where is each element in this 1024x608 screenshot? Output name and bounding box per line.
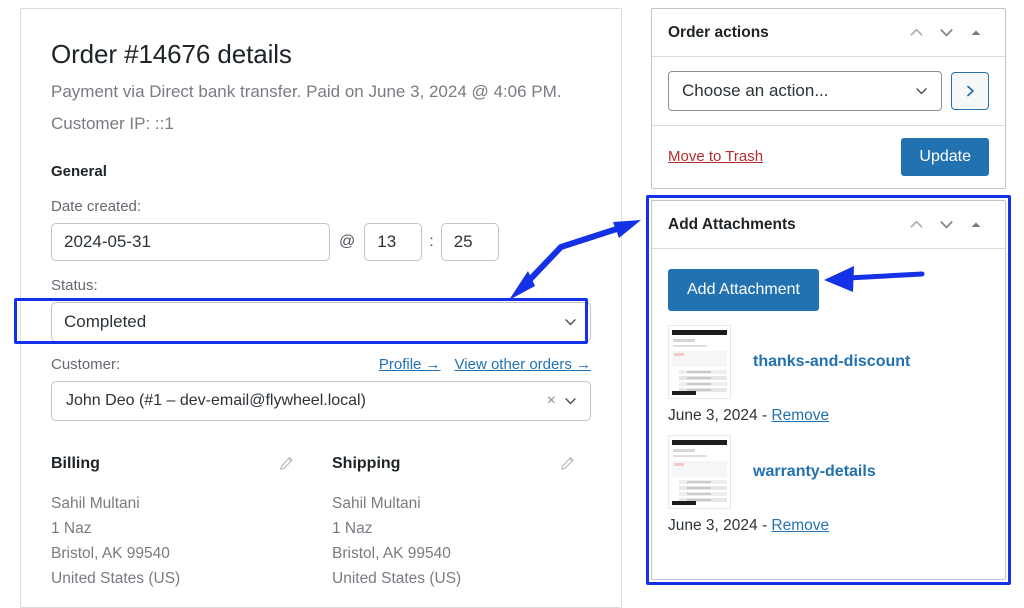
time-separator: :	[429, 232, 434, 250]
attachment-row: warranty-details	[668, 434, 989, 509]
move-to-trash-link[interactable]: Move to Trash	[668, 148, 763, 165]
attachment-date: June 3, 2024 -	[668, 406, 772, 424]
remove-attachment-link[interactable]: Remove	[771, 407, 829, 424]
billing-column: Billing Sahil Multani 1 Naz Bristol, AK …	[51, 455, 310, 591]
chevron-down-icon	[564, 394, 577, 407]
attachment-meta: June 3, 2024 - Remove	[668, 407, 989, 425]
shipping-line: 1 Naz	[332, 519, 373, 537]
billing-address: Sahil Multani 1 Naz Bristol, AK 99540 Un…	[51, 491, 310, 591]
date-created-row: @ :	[51, 222, 591, 261]
order-actions-body: Choose an action...	[652, 57, 1005, 125]
add-attachment-button[interactable]: Add Attachment	[668, 269, 819, 311]
move-up-icon[interactable]	[901, 210, 931, 240]
status-label: Status:	[51, 276, 98, 294]
edit-pencil-icon[interactable]	[560, 456, 575, 471]
shipping-line: United States (US)	[332, 569, 462, 587]
at-symbol: @	[339, 232, 356, 250]
shipping-title: Shipping	[332, 454, 401, 472]
billing-header: Billing	[51, 455, 310, 473]
move-down-icon[interactable]	[931, 210, 961, 240]
order-details-card: Order #14676 details Payment via Direct …	[20, 8, 622, 608]
toggle-panel-icon[interactable]	[961, 18, 991, 48]
order-actions-header: Order actions	[652, 9, 1005, 57]
attachment-meta: June 3, 2024 - Remove	[668, 517, 989, 535]
shipping-line: Bristol, AK 99540	[332, 544, 451, 562]
shipping-address: Sahil Multani 1 Naz Bristol, AK 99540 Un…	[332, 491, 591, 591]
remove-attachment-link[interactable]: Remove	[771, 517, 829, 534]
status-group: Status: Completed	[51, 277, 591, 342]
date-created-input[interactable]	[51, 222, 330, 261]
order-actions-panel: Order actions Choose an action... Move t…	[651, 8, 1006, 189]
attachment-name-link[interactable]: warranty-details	[753, 463, 876, 481]
billing-line: Sahil Multani	[51, 494, 140, 512]
edit-pencil-icon[interactable]	[279, 456, 294, 471]
date-created-group: Date created: @ :	[51, 198, 591, 261]
attachment-row: thanks-and-discount	[668, 324, 989, 399]
customer-group: Customer: Profile → View other orders → …	[51, 356, 591, 421]
customer-label-row: Customer: Profile → View other orders →	[51, 356, 591, 373]
choose-action-select[interactable]: Choose an action...	[668, 71, 942, 111]
shipping-column: Shipping Sahil Multani 1 Naz Bristol, AK…	[332, 455, 591, 591]
shipping-line: Sahil Multani	[332, 494, 421, 512]
order-actions-title: Order actions	[668, 23, 769, 41]
order-minute-input[interactable]	[440, 222, 499, 261]
document-thumbnail-icon[interactable]	[668, 324, 731, 399]
order-hour-input[interactable]	[364, 222, 423, 261]
add-attachments-body: Add Attachment thanks-and-discount June …	[652, 249, 1005, 555]
chevron-down-icon	[564, 315, 577, 328]
move-down-icon[interactable]	[931, 18, 961, 48]
order-status-value: Completed	[64, 311, 147, 331]
choose-action-value: Choose an action...	[682, 81, 829, 100]
screenshot-root: Order #14676 details Payment via Direct …	[0, 0, 1024, 608]
chevron-right-icon	[966, 85, 974, 97]
chevron-down-icon	[915, 85, 928, 98]
customer-select[interactable]: John Deo (#1 – dev-email@flywheel.local)…	[51, 380, 591, 421]
billing-line: United States (US)	[51, 569, 181, 587]
billing-line: Bristol, AK 99540	[51, 544, 170, 562]
apply-action-button[interactable]	[951, 72, 989, 110]
order-details-body: Order #14676 details Payment via Direct …	[21, 9, 621, 591]
toggle-panel-icon[interactable]	[961, 210, 991, 240]
clear-icon[interactable]: ×	[547, 392, 556, 409]
billing-line: 1 Naz	[51, 519, 92, 537]
attachment-item: thanks-and-discount June 3, 2024 - Remov…	[668, 324, 989, 425]
view-other-orders-link[interactable]: View other orders →	[455, 356, 591, 373]
order-actions-footer: Move to Trash Update	[652, 125, 1005, 188]
attachment-name-link[interactable]: thanks-and-discount	[753, 353, 910, 371]
shipping-header: Shipping	[332, 455, 591, 473]
customer-label: Customer:	[51, 355, 121, 373]
customer-links: Profile → View other orders →	[379, 356, 591, 373]
customer-select-value: John Deo (#1 – dev-email@flywheel.local)	[66, 391, 366, 409]
order-status-select[interactable]: Completed	[51, 301, 591, 342]
move-up-icon[interactable]	[901, 18, 931, 48]
profile-link[interactable]: Profile →	[379, 356, 441, 373]
payment-summary-text: Payment via Direct bank transfer. Paid o…	[51, 82, 562, 134]
add-attachments-header: Add Attachments	[652, 201, 1005, 249]
document-thumbnail-icon[interactable]	[668, 434, 731, 509]
action-row: Choose an action...	[668, 71, 989, 111]
update-button[interactable]: Update	[901, 138, 989, 176]
address-columns: Billing Sahil Multani 1 Naz Bristol, AK …	[51, 455, 591, 591]
billing-title: Billing	[51, 454, 100, 472]
add-attachments-panel: Add Attachments Add Attachment thanks-an…	[651, 200, 1006, 580]
date-created-label: Date created:	[51, 197, 142, 215]
add-attachments-title: Add Attachments	[668, 215, 796, 233]
general-heading: General	[51, 162, 107, 180]
attachment-item: warranty-details June 3, 2024 - Remove	[668, 434, 989, 535]
page-title: Order #14676 details	[51, 39, 292, 69]
attachment-date: June 3, 2024 -	[668, 516, 772, 534]
